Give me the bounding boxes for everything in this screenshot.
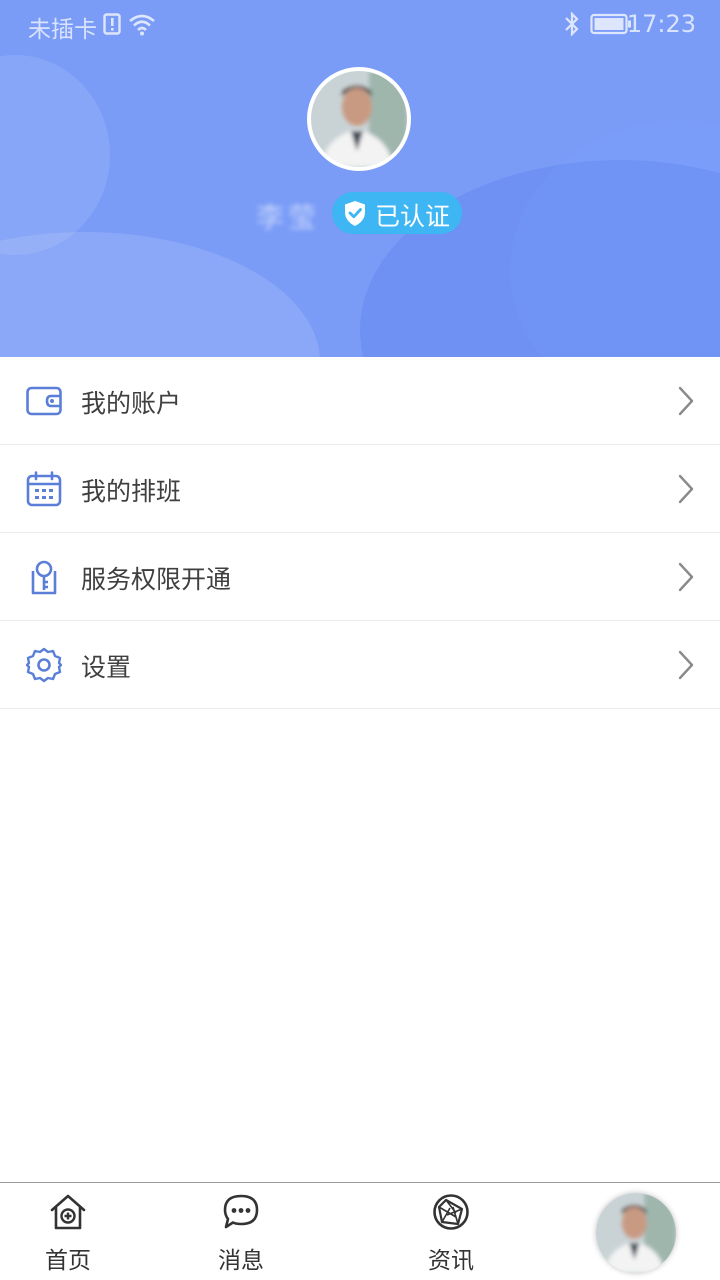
menu-item-label: 服务权限开通 [81, 565, 232, 594]
menu-item-label: 我的排班 [81, 477, 182, 506]
shield-check-icon [345, 201, 365, 226]
key-icon [31, 560, 57, 595]
tab-profile[interactable] [596, 1183, 678, 1280]
avatar [596, 1193, 676, 1273]
menu-item-service-permissions[interactable]: 服务权限开通 [0, 533, 720, 621]
carrier-label: 未插卡 [28, 17, 97, 43]
menu-item-label: 我的账户 [81, 389, 182, 418]
sim-alert-icon [103, 13, 121, 35]
bluetooth-icon [565, 11, 579, 37]
user-name: 李莹 [256, 201, 321, 234]
wallet-icon [26, 386, 62, 416]
tab-label: 消息 [218, 1248, 264, 1274]
chevron-right-icon [678, 562, 694, 592]
menu-item-my-account[interactable]: 我的账户 [0, 357, 720, 445]
menu-list: 我的账户 我的排班 服务权限开通 设置 [0, 357, 720, 709]
avatar-photo [596, 1193, 676, 1273]
status-bar: 未插卡 17:23 [0, 0, 720, 50]
avatar-photo [311, 71, 407, 167]
status-time: 17:23 [626, 10, 696, 38]
menu-item-settings[interactable]: 设置 [0, 621, 720, 709]
gear-icon [26, 647, 62, 683]
verified-label: 已认证 [375, 202, 451, 231]
profile-screen: 未插卡 17:23 李莹 已认证 我的账户 我的排班 服务权限开通 设置 首页 … [0, 0, 720, 1280]
tab-home[interactable]: 首页 [18, 1183, 118, 1280]
menu-item-my-schedule[interactable]: 我的排班 [0, 445, 720, 533]
chat-bubble-icon [223, 1194, 259, 1229]
tab-label: 首页 [45, 1248, 91, 1274]
header-decoration [0, 55, 110, 255]
tab-news[interactable]: 资讯 [401, 1183, 501, 1280]
chevron-right-icon [678, 650, 694, 680]
calendar-icon [26, 471, 62, 507]
home-medical-icon [50, 1194, 86, 1230]
tab-messages[interactable]: 消息 [191, 1183, 291, 1280]
aperture-icon [433, 1194, 469, 1230]
header-decoration [510, 120, 720, 357]
header-decoration [0, 232, 320, 357]
battery-icon [590, 13, 631, 35]
chevron-right-icon [678, 474, 694, 504]
wifi-icon [129, 14, 155, 36]
avatar[interactable] [307, 67, 411, 171]
verified-badge: 已认证 [332, 192, 462, 234]
tab-label: 资讯 [428, 1248, 474, 1274]
menu-item-label: 设置 [81, 653, 132, 682]
chevron-right-icon [678, 386, 694, 416]
profile-header: 未插卡 17:23 李莹 已认证 [0, 0, 720, 357]
bottom-tab-bar: 首页 消息 资讯 [0, 1182, 720, 1280]
